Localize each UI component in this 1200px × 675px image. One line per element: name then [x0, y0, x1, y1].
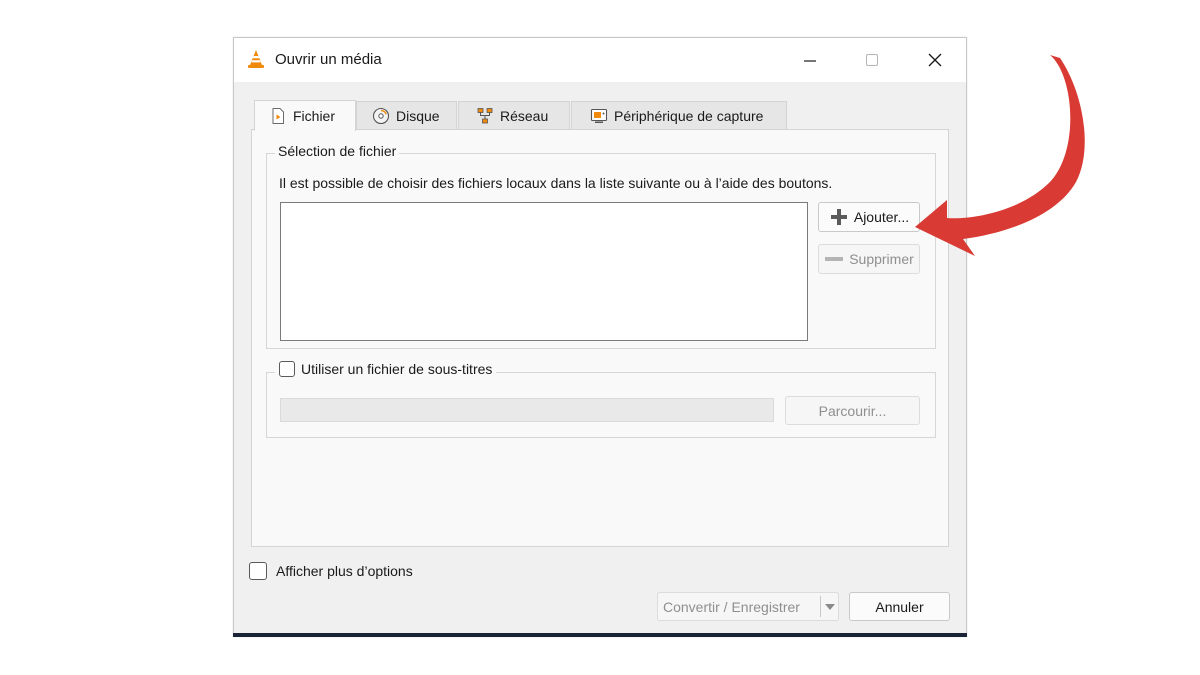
plus-icon: [830, 209, 847, 225]
minus-icon: [825, 257, 844, 261]
add-button[interactable]: Ajouter...: [818, 202, 920, 232]
network-icon: [477, 107, 493, 123]
browse-button-label: Parcourir...: [818, 402, 887, 419]
more-options-label: Afficher plus d’options: [276, 563, 413, 579]
subtitles-file-input[interactable]: [280, 398, 774, 422]
cancel-button-label: Annuler: [875, 598, 924, 615]
title-bar: Ouvrir un média: [234, 38, 966, 82]
tab-label: Disque: [396, 107, 440, 124]
add-button-label: Ajouter...: [853, 209, 910, 225]
convert-save-label: Convertir / Enregistrer: [663, 598, 800, 615]
tab-reseau[interactable]: Réseau: [458, 101, 570, 129]
disc-icon: [372, 107, 390, 124]
maximize-icon: [866, 54, 878, 66]
maximize-button[interactable]: [841, 38, 903, 82]
convert-save-button[interactable]: Convertir / Enregistrer: [657, 592, 839, 621]
chevron-down-icon[interactable]: [824, 602, 836, 612]
window-title: Ouvrir un média: [275, 51, 382, 68]
cancel-button[interactable]: Annuler: [849, 592, 950, 621]
subtitles-checkbox-label: Utiliser un fichier de sous-titres: [301, 361, 493, 377]
split-divider: [820, 596, 821, 617]
tab-fichier[interactable]: Fichier: [254, 100, 356, 131]
tab-label: Réseau: [500, 107, 549, 124]
browse-button[interactable]: Parcourir...: [785, 396, 920, 425]
more-options-checkbox[interactable]: [249, 562, 267, 580]
file-selection-description: Il est possible de choisir des fichiers …: [279, 175, 833, 191]
vlc-cone-icon: [248, 50, 264, 68]
minimize-button[interactable]: [779, 38, 841, 82]
remove-button-label: Supprimer: [849, 251, 914, 267]
tab-label: Fichier: [293, 108, 336, 124]
file-list[interactable]: [280, 202, 808, 341]
tab-label: Périphérique de capture: [614, 107, 764, 124]
capture-device-icon: [590, 108, 608, 123]
tab-peripherique-capture[interactable]: Périphérique de capture: [571, 101, 787, 129]
tab-panel-fichier: Sélection de fichier Il est possible de …: [251, 129, 949, 547]
close-icon: [928, 53, 942, 67]
tab-disque[interactable]: Disque: [356, 101, 457, 129]
subtitles-header: Utiliser un fichier de sous-titres: [275, 361, 497, 377]
file-selection-title: Sélection de fichier: [275, 143, 400, 159]
remove-button[interactable]: Supprimer: [818, 244, 920, 274]
subtitles-checkbox[interactable]: [279, 361, 295, 377]
close-button[interactable]: [904, 38, 966, 82]
more-options-row: Afficher plus d’options: [249, 562, 413, 580]
minimize-icon: [804, 60, 816, 62]
open-media-dialog: Ouvrir un média Fichier Disque Réseau Pé…: [233, 37, 967, 637]
taskbar-strip: [233, 633, 967, 637]
file-play-icon: [272, 108, 284, 124]
